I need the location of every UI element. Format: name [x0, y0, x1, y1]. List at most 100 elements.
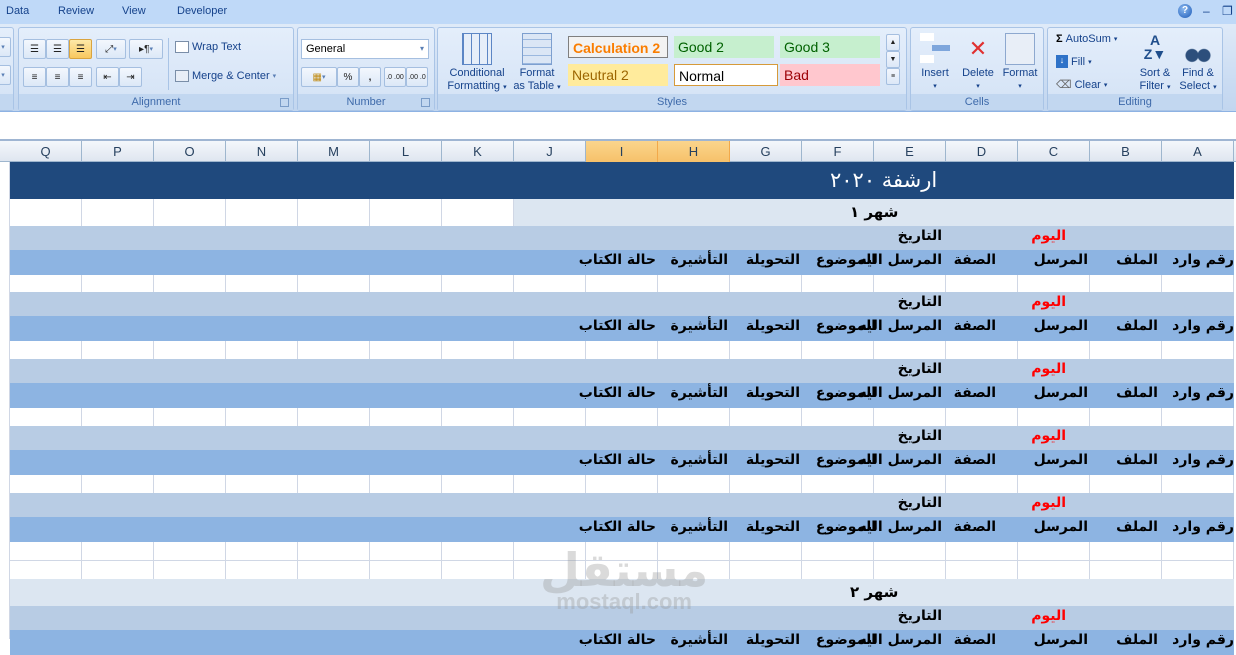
column-label: التحويلة [745, 318, 800, 334]
column-label: رقم وارد [1172, 452, 1234, 468]
column-label: حالة الكتاب [578, 452, 656, 468]
month-row[interactable]: شهر ٢ [514, 579, 1234, 606]
increase-decimal-button[interactable]: .0 .00 [384, 67, 406, 87]
column-header-c[interactable]: C [1018, 141, 1090, 162]
column-header-d[interactable]: D [946, 141, 1018, 162]
column-header-n[interactable]: N [226, 141, 298, 162]
column-header-b[interactable]: B [1090, 141, 1162, 162]
column-label: الملف [1116, 252, 1158, 268]
align-bottom-button[interactable]: ☰ [69, 39, 92, 59]
column-header-j[interactable]: J [514, 141, 586, 162]
fill-down-icon: ↓ [1056, 55, 1068, 68]
month-row-fill[interactable] [10, 579, 514, 606]
column-label: التحويلة [745, 385, 800, 401]
style-calculation-2[interactable]: Calculation 2 [568, 36, 668, 58]
sigma-icon: Σ [1056, 33, 1063, 45]
style-good-2[interactable]: Good 2 [674, 36, 774, 58]
style-good-3[interactable]: Good 3 [780, 36, 880, 58]
wrap-text-button[interactable]: Wrap Text [175, 41, 241, 53]
column-label: المرسل [1033, 452, 1088, 468]
format-button[interactable]: Format ▾ [999, 33, 1041, 93]
column-header-o[interactable]: O [154, 141, 226, 162]
restore-button[interactable]: ❐ [1222, 4, 1233, 18]
day-date-row[interactable]: اليوم التاريخ [10, 426, 1234, 450]
style-bad[interactable]: Bad [780, 64, 880, 86]
column-header-a[interactable]: A [1162, 141, 1234, 162]
cells-group: Insert ▾ ✕ Delete ▾ Format ▾ Cells [910, 27, 1044, 111]
fill-button[interactable]: ↓ Fill ▾ [1056, 55, 1092, 68]
font-size-dropdown[interactable]: ▾ [0, 65, 11, 85]
accounting-format-button[interactable]: ▦ ▾ [301, 67, 337, 87]
month-row[interactable]: شهر ١ [514, 199, 1234, 226]
align-left-button[interactable]: ≡ [23, 67, 46, 87]
ribbon-tab-bar: Data Review View Developer ? – ❐ [0, 0, 1236, 24]
tab-developer[interactable]: Developer [177, 5, 227, 17]
worksheet[interactable]: ارشفة ٢٠٢٠ شهر ١ اليوم التاريخ اليوم التاريخ ا… [0, 162, 1236, 655]
column-header-p[interactable]: P [82, 141, 154, 162]
column-label: التأشيرة [670, 318, 728, 334]
text-direction-button[interactable]: ▸¶ ▾ [129, 39, 163, 59]
column-label: التحويلة [745, 452, 800, 468]
alignment-dialog-launcher[interactable] [280, 98, 289, 107]
styles-scroll-down-button[interactable]: ▼ [886, 51, 900, 68]
insert-button[interactable]: Insert ▾ [915, 33, 955, 93]
number-format-dropdown[interactable]: General ▾ [301, 39, 429, 59]
column-header-i[interactable]: I [586, 141, 658, 162]
column-label: التحويلة [745, 252, 800, 268]
help-icon[interactable]: ? [1178, 4, 1192, 18]
delete-button[interactable]: ✕ Delete ▾ [957, 33, 999, 93]
day-date-row[interactable]: اليوم التاريخ [10, 292, 1234, 316]
day-date-row[interactable]: اليوم التاريخ [10, 606, 1234, 630]
decrease-indent-button[interactable]: ⇤ [96, 67, 119, 87]
minimize-button[interactable]: – [1203, 4, 1210, 18]
clear-button[interactable]: ⌫ Clear ▾ [1056, 78, 1107, 92]
column-labels-row[interactable]: رقم وارد الملف المرسل الصفة المرسل اليه الموض… [10, 316, 1234, 341]
tab-data[interactable]: Data [6, 5, 29, 17]
styles-scroll-up-button[interactable]: ▲ [886, 34, 900, 51]
column-header-l[interactable]: L [370, 141, 442, 162]
comma-style-button[interactable]: , [359, 67, 381, 87]
sort-filter-button[interactable]: A Z▼ Sort & Filter ▾ [1134, 33, 1176, 94]
day-date-row[interactable]: اليوم التاريخ [10, 493, 1234, 517]
align-middle-button[interactable]: ☰ [46, 39, 69, 59]
editing-group: Σ AutoSum ▾ ↓ Fill ▾ ⌫ Clear ▾ A Z▼ Sort & Filt… [1047, 27, 1223, 111]
formula-bar-area[interactable] [0, 112, 1236, 141]
style-neutral-2[interactable]: Neutral 2 [568, 64, 668, 86]
day-date-row[interactable]: اليوم التاريخ [10, 359, 1234, 383]
column-labels-row[interactable]: رقم وارد الملف المرسل الصفة المرسل اليه الموض… [10, 250, 1234, 275]
format-as-table-button[interactable]: Format as Table ▾ [510, 33, 564, 94]
tab-review[interactable]: Review [58, 5, 94, 17]
column-labels-row[interactable]: رقم وارد الملف المرسل الصفة المرسل اليه الموض… [10, 450, 1234, 475]
column-labels-row[interactable]: رقم وارد الملف المرسل الصفة المرسل اليه الموض… [10, 630, 1234, 655]
column-labels-row[interactable]: رقم وارد الملف المرسل الصفة المرسل اليه الموض… [10, 517, 1234, 542]
column-header-q[interactable]: Q [10, 141, 82, 162]
conditional-formatting-button[interactable]: Conditional Formatting ▾ [442, 33, 512, 94]
column-header-h[interactable]: H [658, 141, 730, 162]
tab-view[interactable]: View [122, 5, 146, 17]
column-header-g[interactable]: G [730, 141, 802, 162]
number-dialog-launcher[interactable] [421, 98, 430, 107]
column-labels-row[interactable]: رقم وارد الملف المرسل الصفة المرسل اليه الموض… [10, 383, 1234, 408]
font-dropdown[interactable]: ▾ [0, 37, 11, 57]
align-top-button[interactable]: ☰ [23, 39, 46, 59]
align-right-button[interactable]: ≡ [69, 67, 92, 87]
increase-indent-button[interactable]: ⇥ [119, 67, 142, 87]
day-date-row[interactable]: اليوم التاريخ [10, 226, 1234, 250]
date-label: التاريخ [897, 228, 942, 244]
orientation-button[interactable]: ⤢ ▾ [96, 39, 126, 59]
column-header-m[interactable]: M [298, 141, 370, 162]
style-normal[interactable]: Normal [674, 64, 778, 86]
align-center-button[interactable]: ≡ [46, 67, 69, 87]
merge-center-button[interactable]: Merge & Center ▾ [175, 70, 276, 82]
styles-more-button[interactable]: ≡ [886, 68, 900, 85]
column-header-k[interactable]: K [442, 141, 514, 162]
find-select-button[interactable]: Find & Select ▾ [1176, 33, 1220, 94]
column-header-f[interactable]: F [802, 141, 874, 162]
date-label: التاريخ [897, 361, 942, 377]
column-header-e[interactable]: E [874, 141, 946, 162]
column-label: الصفة [953, 632, 996, 648]
autosum-button[interactable]: Σ AutoSum ▾ [1056, 33, 1117, 45]
decrease-decimal-button[interactable]: .00 .0 [406, 67, 428, 87]
sheet-title-row[interactable]: ارشفة ٢٠٢٠ [10, 162, 1234, 199]
percent-style-button[interactable]: % [337, 67, 359, 87]
